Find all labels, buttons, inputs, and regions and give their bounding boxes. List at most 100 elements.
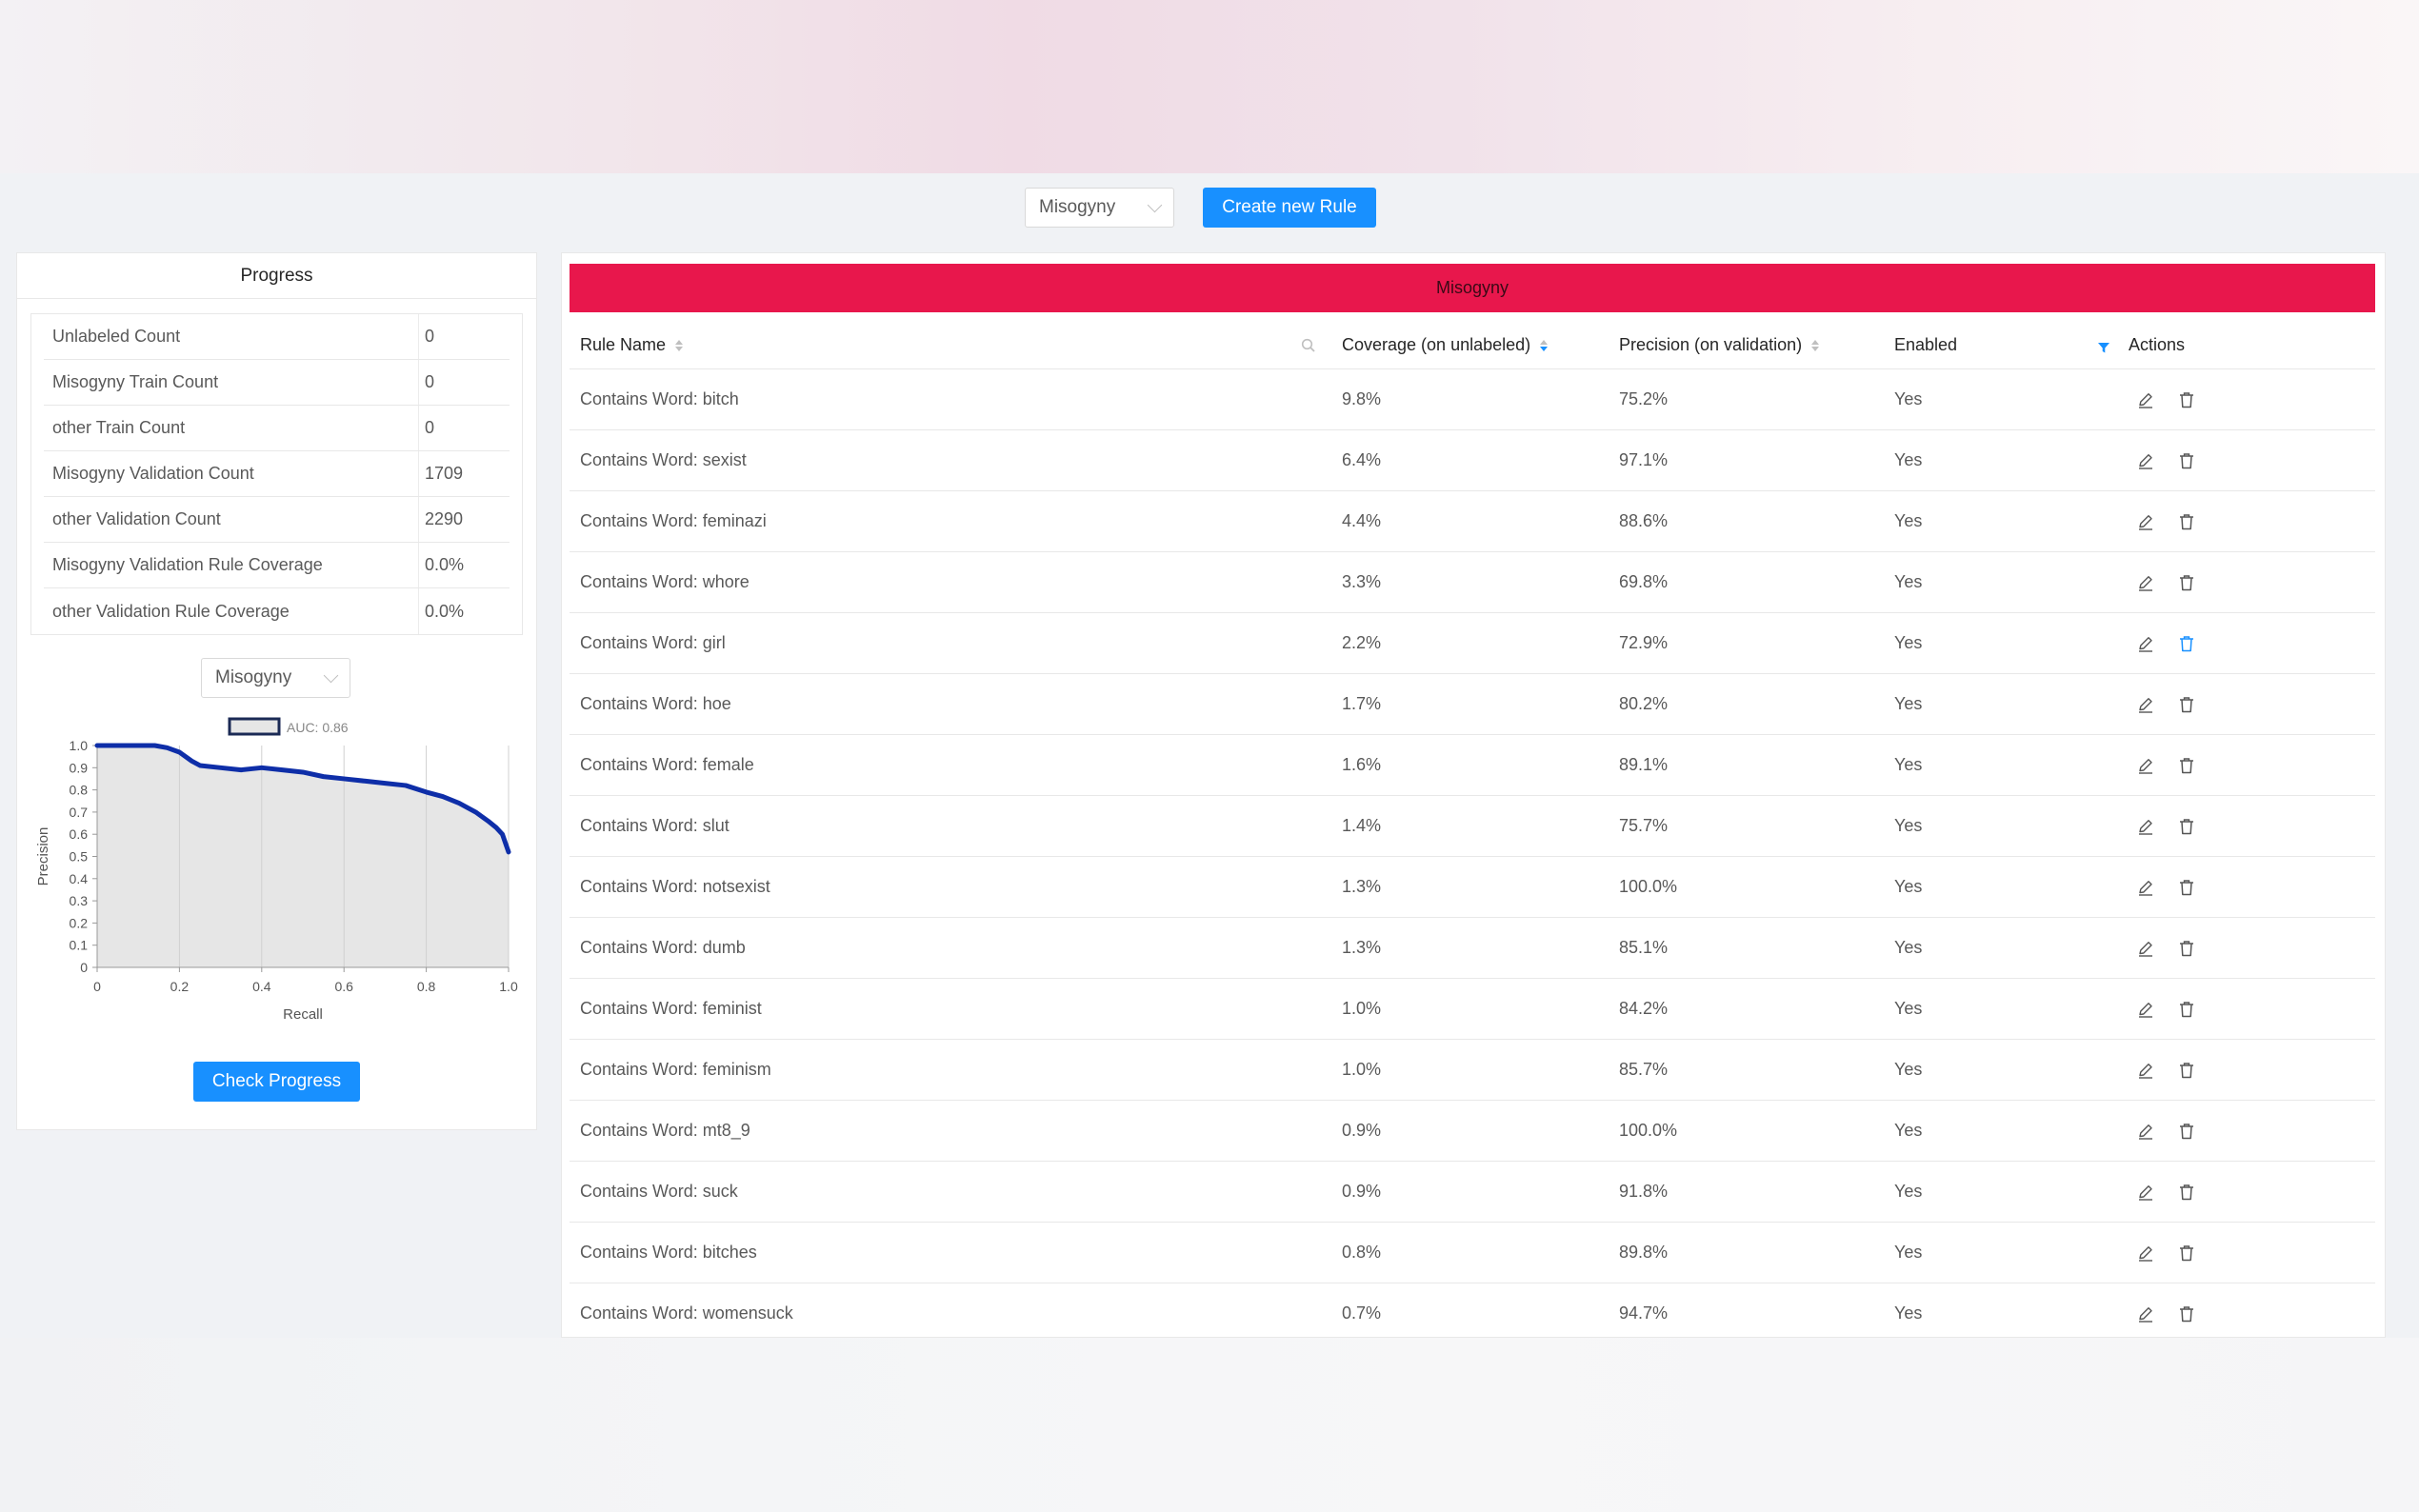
actions-cell xyxy=(2118,674,2375,734)
sort-icon[interactable] xyxy=(675,339,684,351)
enabled-value: Yes xyxy=(1894,1243,1923,1262)
edit-icon[interactable] xyxy=(2136,939,2155,958)
edit-icon[interactable] xyxy=(2136,573,2155,592)
column-precision[interactable]: Precision (on validation) xyxy=(1609,322,1884,368)
delete-icon[interactable] xyxy=(2177,756,2196,775)
rule-name: Contains Word: bitches xyxy=(580,1243,757,1262)
actions-cell xyxy=(2118,857,2375,917)
create-rule-button[interactable]: Create new Rule xyxy=(1203,188,1376,228)
enabled-cell: Yes xyxy=(1884,491,2118,551)
sort-icon[interactable] xyxy=(1811,339,1820,351)
delete-icon[interactable] xyxy=(2177,390,2196,409)
filter-icon[interactable] xyxy=(2097,339,2110,359)
delete-icon[interactable] xyxy=(2177,817,2196,836)
search-icon[interactable] xyxy=(1301,338,1316,358)
rule-name: Contains Word: sexist xyxy=(580,450,747,469)
column-rule-name[interactable]: Rule Name xyxy=(570,322,1331,368)
edit-icon[interactable] xyxy=(2136,1000,2155,1019)
delete-icon[interactable] xyxy=(2177,1061,2196,1080)
enabled-cell: Yes xyxy=(1884,1040,2118,1100)
stats-table: Unlabeled Count 0 Misogyny Train Count 0 oth… xyxy=(30,313,523,635)
stats-label: other Train Count xyxy=(52,418,186,437)
precision-cell: 75.7% xyxy=(1609,796,1884,856)
x-tick-label: 1.0 xyxy=(499,979,518,994)
enabled-cell: Yes xyxy=(1884,857,2118,917)
delete-icon[interactable] xyxy=(2177,573,2196,592)
edit-icon[interactable] xyxy=(2136,390,2155,409)
edit-icon[interactable] xyxy=(2136,451,2155,470)
edit-icon[interactable] xyxy=(2136,1304,2155,1323)
edit-icon[interactable] xyxy=(2136,1183,2155,1202)
precision-cell: 100.0% xyxy=(1609,1101,1884,1161)
delete-icon[interactable] xyxy=(2177,634,2196,653)
label-select[interactable]: Misogyny xyxy=(1025,188,1174,228)
rule-name: Contains Word: dumb xyxy=(580,938,746,957)
coverage-value: 1.3% xyxy=(1342,877,1382,896)
rule-name-cell: Contains Word: dumb xyxy=(570,918,1331,978)
precision-value: 69.8% xyxy=(1619,572,1669,591)
stats-value: 0 xyxy=(418,406,434,450)
edit-icon[interactable] xyxy=(2136,1122,2155,1141)
table-row: Contains Word: womensuck 0.7% 94.7% Yes xyxy=(570,1283,2375,1337)
coverage-cell: 1.0% xyxy=(1331,1040,1609,1100)
coverage-cell: 0.8% xyxy=(1331,1223,1609,1283)
sort-icon[interactable] xyxy=(1540,339,1549,351)
edit-icon[interactable] xyxy=(2136,756,2155,775)
enabled-value: Yes xyxy=(1894,877,1923,896)
edit-icon[interactable] xyxy=(2136,878,2155,897)
table-row: Contains Word: slut 1.4% 75.7% Yes xyxy=(570,796,2375,857)
edit-icon[interactable] xyxy=(2136,695,2155,714)
enabled-value: Yes xyxy=(1894,450,1923,469)
coverage-cell: 4.4% xyxy=(1331,491,1609,551)
delete-icon[interactable] xyxy=(2177,451,2196,470)
enabled-cell: Yes xyxy=(1884,613,2118,673)
rule-name: Contains Word: womensuck xyxy=(580,1303,793,1323)
precision-cell: 85.7% xyxy=(1609,1040,1884,1100)
coverage-cell: 3.3% xyxy=(1331,552,1609,612)
rule-name: Contains Word: bitch xyxy=(580,389,739,408)
delete-icon[interactable] xyxy=(2177,1183,2196,1202)
delete-icon[interactable] xyxy=(2177,1243,2196,1263)
enabled-cell: Yes xyxy=(1884,735,2118,795)
chart-label-select[interactable]: Misogyny xyxy=(201,658,350,698)
edit-icon[interactable] xyxy=(2136,634,2155,653)
edit-icon[interactable] xyxy=(2136,1243,2155,1263)
delete-icon[interactable] xyxy=(2177,939,2196,958)
precision-value: 85.7% xyxy=(1619,1060,1669,1079)
precision-value: 91.8% xyxy=(1619,1182,1669,1201)
edit-icon[interactable] xyxy=(2136,817,2155,836)
rule-name-cell: Contains Word: notsexist xyxy=(570,857,1331,917)
precision-value: 85.1% xyxy=(1619,938,1669,957)
edit-icon[interactable] xyxy=(2136,1061,2155,1080)
y-axis-label: Precision xyxy=(35,827,51,886)
delete-icon[interactable] xyxy=(2177,1000,2196,1019)
stats-row: other Train Count 0 xyxy=(44,406,510,451)
delete-icon[interactable] xyxy=(2177,878,2196,897)
enabled-value: Yes xyxy=(1894,511,1923,530)
delete-icon[interactable] xyxy=(2177,1304,2196,1323)
edit-icon[interactable] xyxy=(2136,512,2155,531)
delete-icon[interactable] xyxy=(2177,512,2196,531)
y-tick-label: 0.8 xyxy=(70,783,89,798)
stats-label: Unlabeled Count xyxy=(52,327,181,346)
rule-name-cell: Contains Word: feminist xyxy=(570,979,1331,1039)
coverage-value: 3.3% xyxy=(1342,572,1382,591)
rule-name-cell: Contains Word: feminazi xyxy=(570,491,1331,551)
check-progress-button[interactable]: Check Progress xyxy=(193,1062,360,1102)
column-coverage[interactable]: Coverage (on unlabeled) xyxy=(1331,322,1609,368)
rule-name: Contains Word: feminazi xyxy=(580,511,767,530)
coverage-cell: 1.7% xyxy=(1331,674,1609,734)
delete-icon[interactable] xyxy=(2177,1122,2196,1141)
actions-cell xyxy=(2118,613,2375,673)
delete-icon[interactable] xyxy=(2177,695,2196,714)
precision-cell: 94.7% xyxy=(1609,1283,1884,1337)
enabled-value: Yes xyxy=(1894,1060,1923,1079)
coverage-value: 1.0% xyxy=(1342,1060,1382,1079)
stats-label: other Validation Count xyxy=(52,509,221,528)
stats-row: Unlabeled Count 0 xyxy=(44,314,510,360)
precision-value: 75.2% xyxy=(1619,389,1669,408)
y-tick-label: 0.1 xyxy=(70,938,89,953)
enabled-value: Yes xyxy=(1894,694,1923,713)
table-row: Contains Word: feminism 1.0% 85.7% Yes xyxy=(570,1040,2375,1101)
rule-name-cell: Contains Word: suck xyxy=(570,1162,1331,1222)
